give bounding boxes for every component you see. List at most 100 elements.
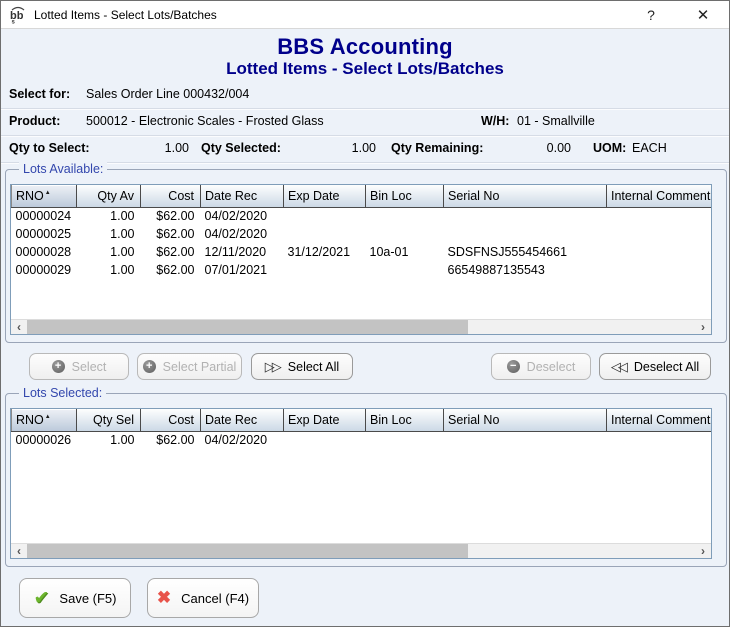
table-cell [284,431,366,449]
title-bar[interactable]: bb s Lotted Items - Select Lots/Batches … [1,1,729,29]
warehouse-value: 01 - Smallville [517,114,595,128]
scrollbar-thumb[interactable] [27,544,468,558]
column-header[interactable]: Date Rec [200,409,284,432]
select-for-value: Sales Order Line 000432/004 [86,87,250,101]
table-cell: 00000024 [15,209,72,224]
table-cell: 12/11/2020 [204,245,267,259]
column-header[interactable]: Serial No [443,409,607,432]
horizontal-scrollbar[interactable]: ‹ › [11,543,711,558]
table-row[interactable]: 00000028 1.00 $62.00 12/11/2020 31/12/2021 10… [12,243,712,261]
table-cell: 31/12/2021 [287,245,351,259]
column-header[interactable]: Qty Sel [76,409,141,432]
save-button-label: Save (F5) [59,590,117,606]
horizontal-scrollbar[interactable]: ‹ › [11,319,711,334]
uom-label: UOM: [593,141,627,155]
deselect-button[interactable]: − Deselect [491,353,591,380]
scrollbar-thumb[interactable] [27,320,468,334]
table-row[interactable]: 00000025 1.00 $62.00 04/02/2020 [12,225,712,243]
table-cell: 00000028 [15,245,72,259]
table-cell [366,225,444,243]
page-title: Lotted Items - Select Lots/Batches [226,59,504,78]
table-cell: 1.00 [110,245,135,259]
column-header[interactable]: Bin Loc [365,409,444,432]
app-logo-icon: bb s [10,6,25,24]
product-label: Product: [9,114,61,128]
column-header[interactable]: Serial No [443,185,607,208]
cancel-button[interactable]: ✖ Cancel (F4) [147,578,259,618]
table-cell [607,431,712,449]
column-header[interactable]: Date Rec [200,185,284,208]
double-left-arrow-icon: ◁◁ [610,358,628,374]
table-cell: 66549887135543 [447,263,545,277]
select-button-label: Select [71,359,107,374]
dialog-window: bb s Lotted Items - Select Lots/Batches … [0,0,730,627]
select-button[interactable]: + Select [29,353,129,380]
table-cell [607,243,712,261]
table-header-row: RNO▲ Qty Sel Cost Date Rec Exp Date Bin Loc Se… [11,409,711,432]
table-cell [366,261,444,279]
deselect-button-label: Deselect [526,359,576,374]
select-partial-button[interactable]: + Select Partial [137,353,242,380]
qty-remaining-value: 0.00 [546,141,571,155]
column-header[interactable]: Cost [140,409,201,432]
table-cell [444,431,607,449]
sort-ascending-icon: ▲ [44,189,51,196]
close-icon[interactable]: ✕ [683,1,723,29]
table-cell: $62.00 [156,209,195,224]
table-cell: 04/02/2020 [204,433,268,448]
scrollbar-track[interactable] [27,320,695,334]
sort-ascending-icon: ▲ [44,413,51,420]
column-header[interactable]: Bin Loc [365,185,444,208]
lots-selected-table[interactable]: RNO▲ Qty Sel Cost Date Rec Exp Date Bin Loc Se… [11,409,711,449]
column-header[interactable]: Cost [140,185,201,208]
table-cell: 1.00 [110,263,135,277]
cancel-button-label: Cancel (F4) [181,590,250,606]
select-for-label: Select for: [9,87,71,101]
lots-available-group: Lots Available: RNO▲ Qty Av Cost Date Rec Ex… [5,162,727,343]
qty-to-select-value: 1.00 [164,141,189,155]
uom-value: EACH [632,141,667,155]
scroll-left-icon[interactable]: ‹ [11,544,27,558]
lots-available-grid[interactable]: RNO▲ Qty Av Cost Date Rec Exp Date Bin Loc Ser… [10,184,712,335]
column-header[interactable]: Internal Comment [606,185,711,208]
help-button[interactable]: ? [631,1,671,29]
table-cell [607,261,712,279]
column-header[interactable]: Qty Av [76,185,141,208]
column-header[interactable]: Exp Date [283,185,366,208]
select-partial-button-label: Select Partial [162,359,237,374]
scroll-left-icon[interactable]: ‹ [11,320,27,334]
table-cell [366,207,444,225]
column-header[interactable]: Exp Date [283,409,366,432]
column-header[interactable]: RNO▲ [11,409,77,432]
product-value: 500012 - Electronic Scales - Frosted Gla… [86,114,324,128]
table-cell [444,207,607,225]
table-cell: 1.00 [110,209,135,224]
separator [1,162,729,164]
deselect-all-button[interactable]: ◁◁ Deselect All [599,353,711,380]
minus-circle-icon: − [506,360,520,373]
lots-available-table[interactable]: RNO▲ Qty Av Cost Date Rec Exp Date Bin Loc Ser… [11,185,711,279]
separator [1,135,729,137]
table-cell: 00000025 [15,227,72,241]
table-cell [284,225,366,243]
column-header[interactable]: Internal Comment [606,409,711,432]
deselect-all-button-label: Deselect All [633,359,700,374]
lots-selected-group: Lots Selected: RNO▲ Qty Sel Cost Date Rec Ex… [5,386,727,567]
table-row[interactable]: 00000029 1.00 $62.00 07/01/2021 665498871355… [12,261,712,279]
scroll-right-icon[interactable]: › [695,320,711,334]
scroll-right-icon[interactable]: › [695,544,711,558]
lots-selected-legend: Lots Selected: [19,386,107,400]
scrollbar-track[interactable] [27,544,695,558]
check-icon: ✔ [33,587,50,609]
lots-selected-grid[interactable]: RNO▲ Qty Sel Cost Date Rec Exp Date Bin Loc Se… [10,408,712,559]
table-row[interactable]: 00000026 1.00 $62.00 04/02/2020 [12,431,712,449]
table-cell: 10a-01 [369,245,409,259]
table-cell: SDSFNSJ555454661 [447,245,568,259]
table-cell [444,225,607,243]
table-empty-area [11,279,711,319]
save-button[interactable]: ✔ Save (F5) [19,578,131,618]
select-all-button[interactable]: ▷▷ Select All [251,353,353,380]
table-row[interactable]: 00000024 1.00 $62.00 04/02/2020 [12,207,712,225]
column-header[interactable]: RNO▲ [11,185,77,208]
table-cell: $62.00 [156,227,195,241]
